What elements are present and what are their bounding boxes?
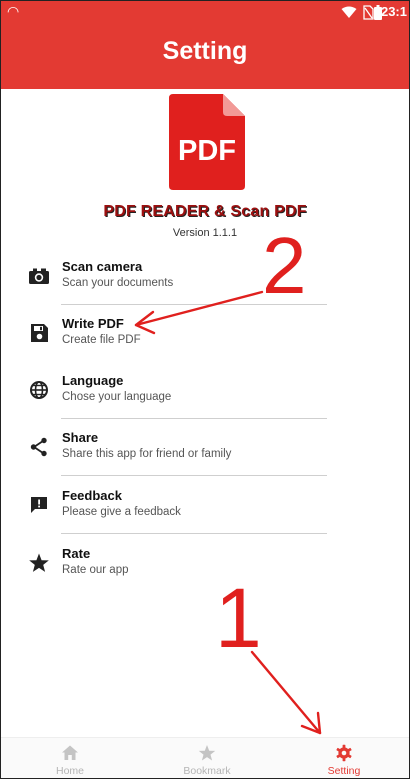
logo-text: PDF — [178, 135, 236, 167]
notification-icon: ◠ — [7, 3, 20, 19]
feedback-icon — [31, 497, 47, 513]
nav-tab-bookmark[interactable]: Bookmark — [157, 738, 257, 778]
no-sim-icon — [363, 5, 374, 20]
nav-tab-label: Setting — [327, 765, 361, 777]
globe-icon — [30, 381, 48, 399]
status-bar: ◠ 23:1 — [1, 1, 409, 25]
menu-item-scan-camera[interactable]: Scan camera Scan your documents — [1, 249, 409, 305]
menu-item-title: Share — [62, 430, 99, 445]
status-time: 23:1 — [380, 4, 407, 19]
menu-item-title: Rate — [62, 546, 91, 561]
nav-tab-label: Bookmark — [183, 765, 231, 777]
menu-item-title: Write PDF — [62, 316, 124, 331]
nav-tab-home[interactable]: Home — [20, 738, 120, 778]
app-version: Version 1.1.1 — [172, 227, 238, 239]
save-icon — [31, 324, 48, 342]
menu-item-subtitle: Please give a feedback — [62, 506, 181, 518]
pdf-logo: PDF — [169, 94, 245, 190]
gear-icon — [336, 744, 352, 762]
app-bar: ◠ 23:1 Setting — [1, 1, 409, 89]
menu-item-language[interactable]: Language Chose your language — [1, 363, 409, 419]
star-icon — [198, 745, 216, 761]
phone-screen: ◠ 23:1 Setting PDF PDF READER & Scan PDF… — [0, 0, 410, 779]
menu-item-subtitle: Scan your documents — [62, 277, 174, 289]
divider — [61, 304, 327, 305]
menu-item-feedback[interactable]: Feedback Please give a feedback — [1, 478, 409, 534]
divider — [61, 418, 327, 419]
menu-item-title: Feedback — [62, 488, 122, 503]
menu-item-subtitle: Rate our app — [62, 564, 129, 576]
menu-item-title: Language — [62, 373, 124, 388]
menu-item-subtitle: Chose your language — [62, 391, 172, 403]
menu-item-subtitle: Share this app for friend or family — [62, 448, 232, 460]
wifi-icon — [341, 6, 357, 18]
page-title: Setting — [162, 37, 248, 65]
nav-tab-label: Home — [55, 765, 84, 777]
divider — [61, 475, 327, 476]
menu-item-title: Scan camera — [62, 259, 143, 274]
divider — [61, 533, 327, 534]
share-icon — [30, 437, 47, 457]
star-icon — [29, 553, 49, 572]
app-name: PDF READER & Scan PDF — [103, 203, 307, 220]
camera-icon — [29, 268, 49, 284]
menu-item-rate[interactable]: Rate Rate our app — [1, 536, 409, 592]
menu-item-share[interactable]: Share Share this app for friend or famil… — [1, 420, 409, 476]
menu-item-subtitle: Create file PDF — [62, 334, 141, 346]
home-icon — [62, 745, 78, 760]
nav-tab-setting[interactable]: Setting — [294, 738, 394, 778]
menu-item-write-pdf[interactable]: Write PDF Create file PDF — [1, 306, 409, 362]
bottom-navigation: Home Bookmark Setting — [1, 737, 409, 778]
